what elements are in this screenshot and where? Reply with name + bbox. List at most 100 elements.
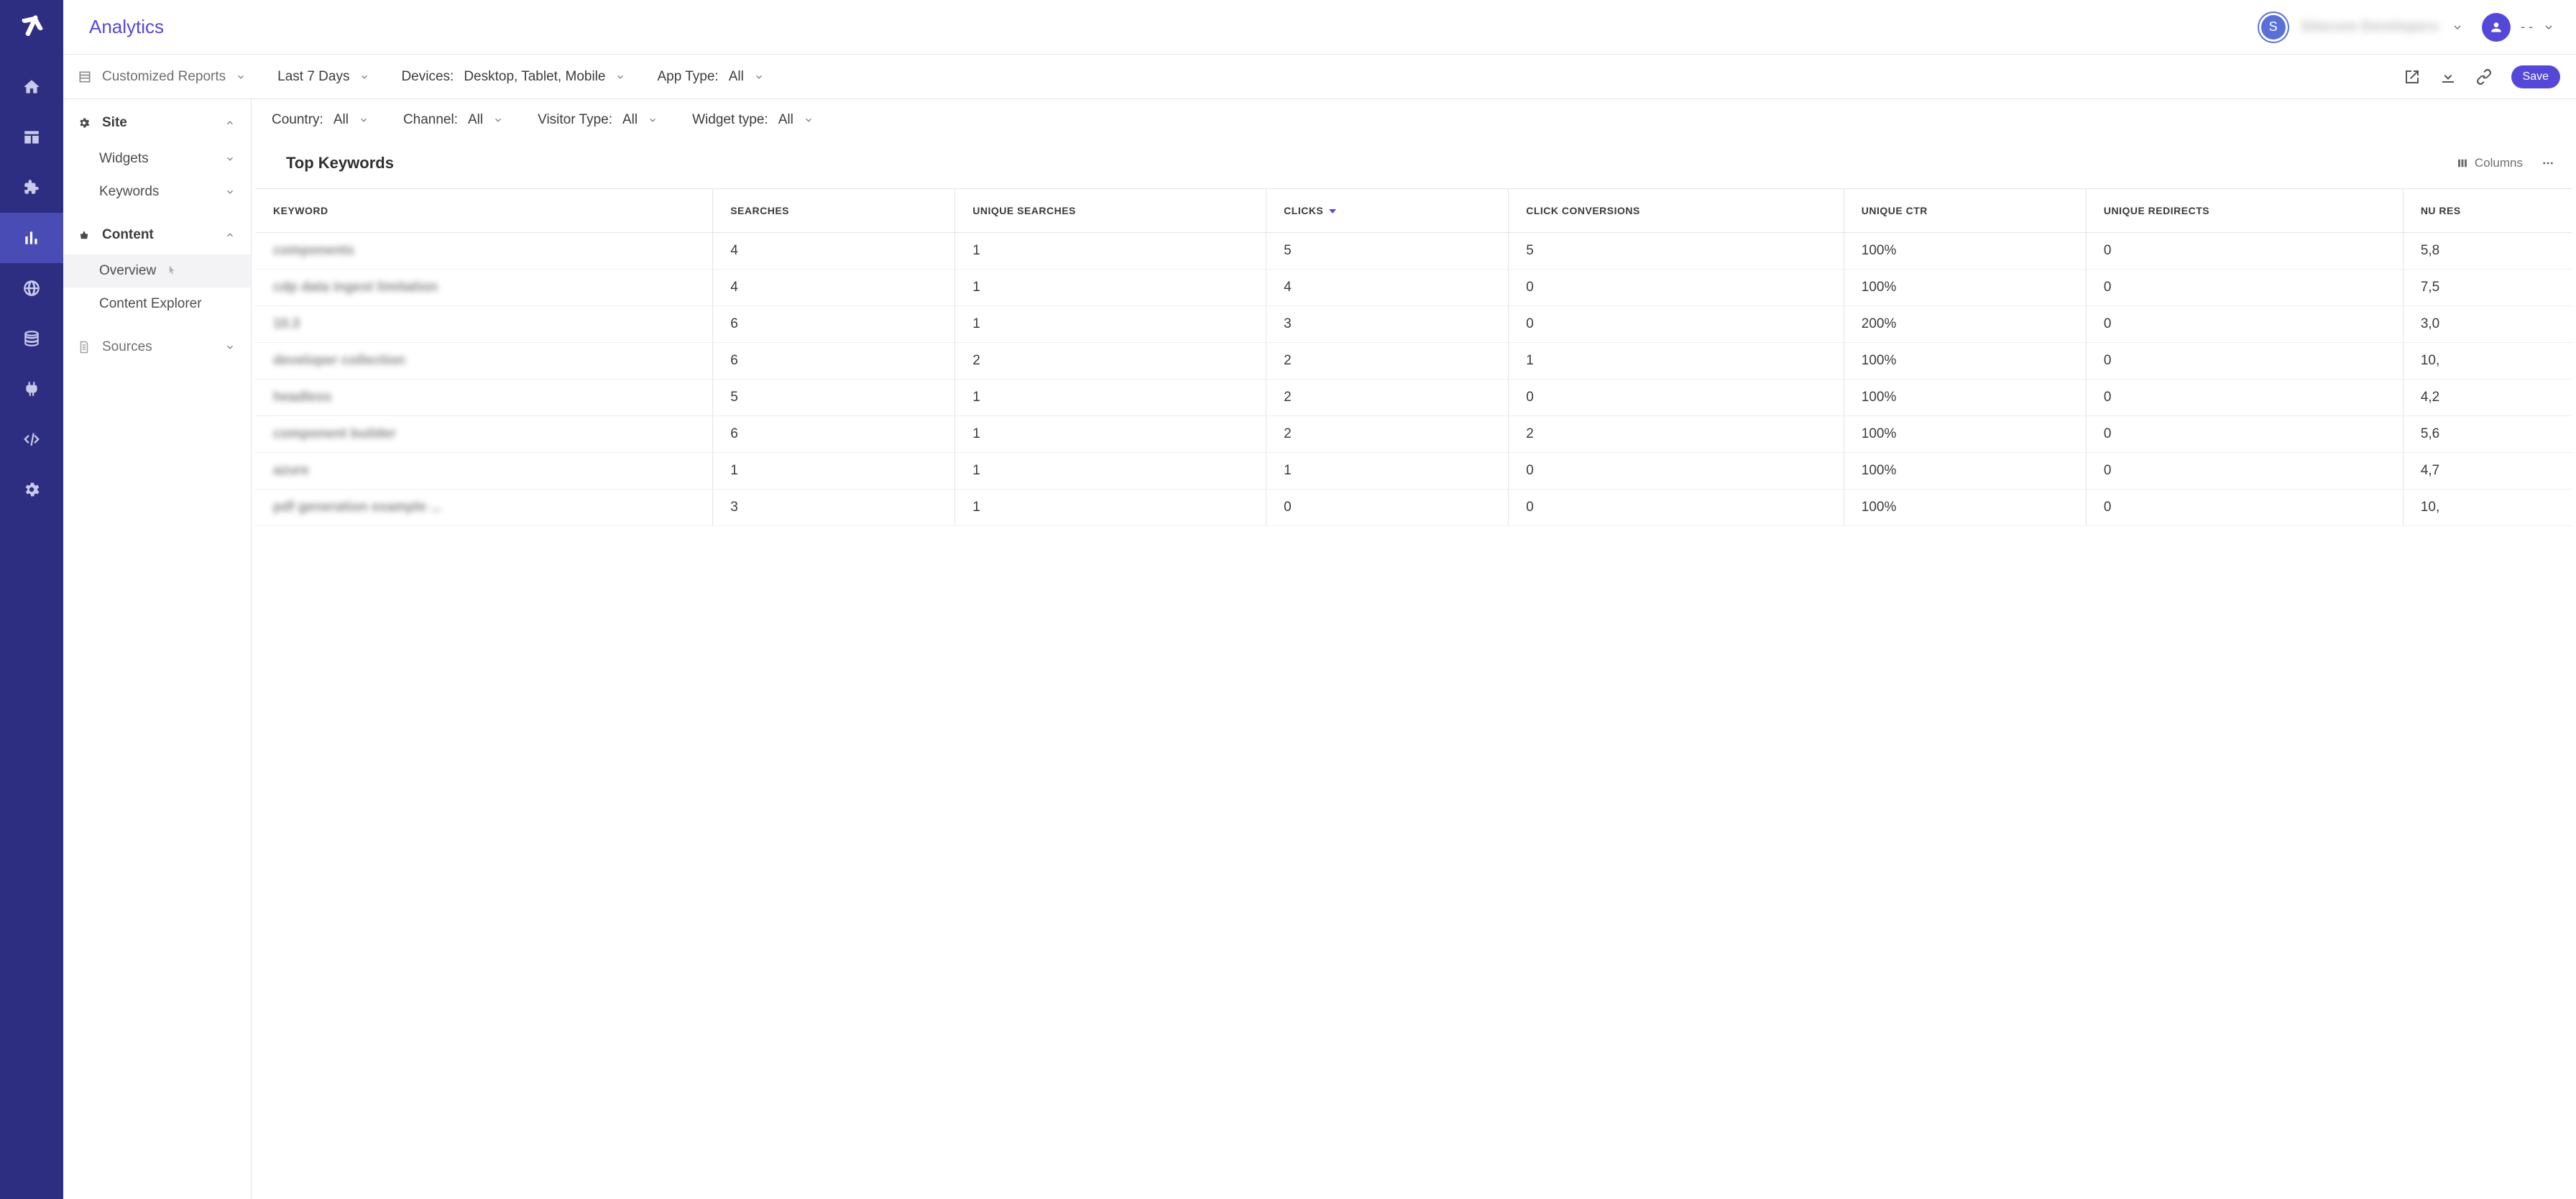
filter-visitor-label: Visitor Type: (538, 112, 612, 128)
devices-label: Devices: (401, 69, 454, 85)
table-row[interactable]: pdf generation example ...3100100%010, (256, 490, 2572, 526)
header-bar: Analytics S Sitecore Developers - - (63, 0, 2576, 55)
col-unique-searches[interactable]: UNIQUE SEARCHES (955, 189, 1266, 233)
save-button[interactable]: Save (2511, 65, 2560, 88)
filter-visitor-type[interactable]: Visitor Type: All (538, 112, 658, 128)
filter-country[interactable]: Country: All (272, 112, 369, 128)
cell-clicks: 5 (1266, 233, 1509, 270)
cell-nu-res: 4,7 (2403, 453, 2572, 490)
table-row[interactable]: cdp data ingest limitation4140100%07,5 (256, 270, 2572, 306)
cell-clicks: 4 (1266, 270, 1509, 306)
panel-header: Top Keywords Columns (252, 148, 2576, 188)
nav-settings[interactable] (0, 464, 63, 515)
sort-desc-icon (1329, 209, 1336, 213)
reports-selector[interactable]: Customized Reports (78, 69, 246, 85)
nav-database[interactable] (0, 313, 63, 364)
chevron-down-icon (225, 187, 235, 197)
col-nu-res[interactable]: NU RES (2403, 189, 2572, 233)
report-icon (78, 70, 92, 84)
cell-nu-res: 5,6 (2403, 416, 2572, 453)
app-logo-icon (16, 10, 47, 42)
apptype-selector[interactable]: App Type: All (657, 69, 763, 85)
col-unique-redirects[interactable]: UNIQUE REDIRECTS (2086, 189, 2403, 233)
sidebar-section-content[interactable]: Content (63, 216, 251, 254)
cell-clicks: 0 (1266, 490, 1509, 526)
sidebar-sources-label: Sources (102, 339, 152, 355)
cell-click-conversions: 0 (1509, 453, 1844, 490)
col-keyword[interactable]: KEYWORD (256, 189, 713, 233)
filter-channel[interactable]: Channel: All (403, 112, 503, 128)
sidebar-section-sources[interactable]: Sources (63, 328, 251, 367)
col-clicks[interactable]: CLICKS (1266, 189, 1509, 233)
sidebar-section-site[interactable]: Site (63, 104, 251, 142)
cell-click-conversions: 2 (1509, 416, 1844, 453)
filter-widget-value: All (778, 112, 794, 128)
chevron-down-icon (648, 115, 658, 125)
document-icon (78, 341, 91, 354)
link-icon[interactable] (2475, 68, 2493, 86)
cell-nu-res: 3,0 (2403, 306, 2572, 343)
user-menu[interactable]: - - (2482, 13, 2554, 42)
chevron-down-icon (2543, 22, 2554, 33)
cell-click-conversions: 1 (1509, 343, 1844, 380)
date-range-selector[interactable]: Last 7 Days (277, 69, 369, 85)
cell-click-conversions: 0 (1509, 306, 1844, 343)
cell-searches: 4 (713, 233, 955, 270)
cell-nu-res: 10, (2403, 490, 2572, 526)
sidebar: Site Widgets Keywords Content Overv (63, 99, 252, 1199)
col-unique-ctr[interactable]: UNIQUE CTR (1844, 189, 2086, 233)
cell-unique-ctr: 100% (1844, 490, 2086, 526)
cell-searches: 6 (713, 416, 955, 453)
user-avatar-icon (2482, 13, 2511, 42)
nav-connectors[interactable] (0, 364, 63, 414)
cell-clicks: 2 (1266, 416, 1509, 453)
share-icon[interactable] (2404, 68, 2421, 86)
cell-unique-searches: 1 (955, 233, 1266, 270)
sidebar-item-overview[interactable]: Overview (63, 254, 251, 288)
columns-icon (2456, 157, 2469, 170)
cell-keyword: developer collection (256, 343, 713, 380)
col-click-conversions[interactable]: CLICK CONVERSIONS (1509, 189, 1844, 233)
cell-unique-searches: 1 (955, 416, 1266, 453)
columns-button[interactable]: Columns (2456, 156, 2523, 170)
nav-code[interactable] (0, 414, 63, 464)
table-row[interactable]: azure1110100%04,7 (256, 453, 2572, 490)
keywords-table-wrap: KEYWORD SEARCHES UNIQUE SEARCHES CLICKS … (256, 188, 2572, 526)
nav-analytics[interactable] (0, 213, 63, 263)
org-name: Sitecore Developers (2301, 19, 2439, 35)
sidebar-item-content-explorer[interactable]: Content Explorer (63, 288, 251, 321)
table-row[interactable]: developer collection6221100%010, (256, 343, 2572, 380)
cell-keyword: components (256, 233, 713, 270)
download-icon[interactable] (2439, 68, 2457, 86)
cell-unique-redirects: 0 (2086, 306, 2403, 343)
table-row[interactable]: 10.36130200%03,0 (256, 306, 2572, 343)
org-switcher[interactable]: S Sitecore Developers (2259, 13, 2463, 42)
chevron-down-icon (236, 72, 246, 82)
chevron-down-icon (804, 115, 814, 125)
nav-globe[interactable] (0, 263, 63, 313)
nav-home[interactable] (0, 62, 63, 112)
cell-unique-searches: 2 (955, 343, 1266, 380)
devices-selector[interactable]: Devices: Desktop, Tablet, Mobile (401, 69, 625, 85)
cell-unique-redirects: 0 (2086, 416, 2403, 453)
table-row[interactable]: component builder6122100%05,6 (256, 416, 2572, 453)
table-header-row: KEYWORD SEARCHES UNIQUE SEARCHES CLICKS … (256, 189, 2572, 233)
body: Site Widgets Keywords Content Overv (63, 99, 2576, 1199)
sidebar-item-widgets[interactable]: Widgets (63, 142, 251, 175)
sidebar-item-keywords[interactable]: Keywords (63, 175, 251, 208)
filter-widget-type[interactable]: Widget type: All (692, 112, 814, 128)
filter-country-value: All (334, 112, 349, 128)
col-clicks-label: CLICKS (1284, 205, 1323, 216)
cell-unique-redirects: 0 (2086, 453, 2403, 490)
chevron-up-icon (225, 118, 235, 128)
cell-unique-redirects: 0 (2086, 233, 2403, 270)
nav-plugins[interactable] (0, 162, 63, 213)
more-icon[interactable] (2542, 157, 2554, 170)
cell-unique-ctr: 100% (1844, 416, 2086, 453)
nav-layout[interactable] (0, 112, 63, 162)
cell-unique-searches: 1 (955, 270, 1266, 306)
col-searches[interactable]: SEARCHES (713, 189, 955, 233)
table-row[interactable]: headless5120100%04,2 (256, 380, 2572, 416)
table-row[interactable]: components4155100%05,8 (256, 233, 2572, 270)
cell-clicks: 3 (1266, 306, 1509, 343)
